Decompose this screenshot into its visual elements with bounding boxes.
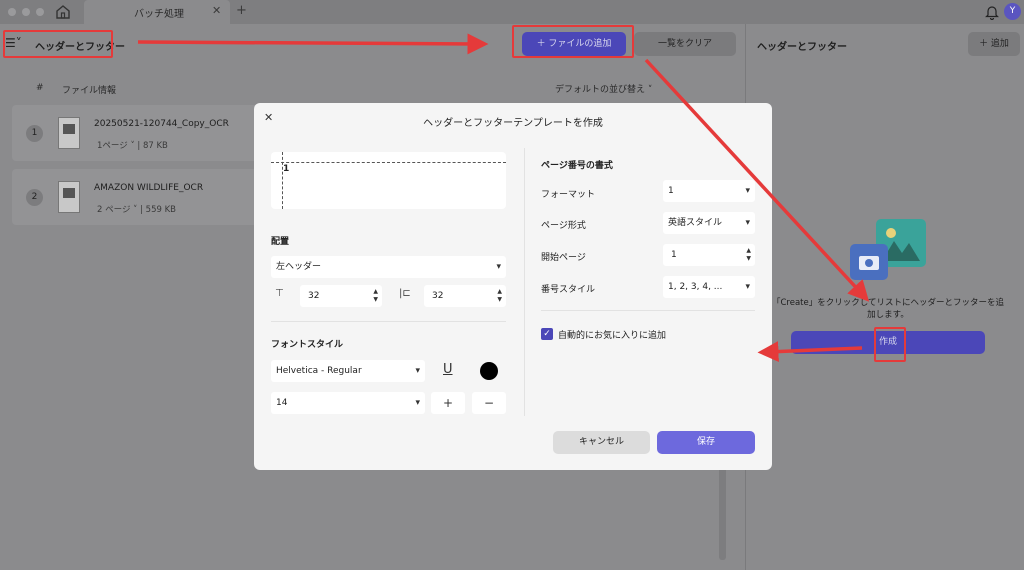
number-style-select[interactable]: 1, 2, 3, 4, ... — [663, 276, 755, 298]
decrease-size-button[interactable]: − — [472, 392, 506, 414]
divider — [541, 310, 755, 311]
dialog-title: ヘッダーとフッターテンプレートを作成 — [423, 118, 603, 129]
row-number: 2 — [26, 189, 43, 206]
tab-close-icon[interactable]: ✕ — [212, 4, 221, 17]
start-page-label: 開始ページ — [541, 253, 586, 263]
home-icon[interactable] — [54, 3, 72, 21]
maximize-window-dot[interactable] — [36, 8, 44, 16]
template-preview: 1 — [271, 152, 506, 209]
top-margin-value: 32 — [308, 291, 320, 301]
increase-size-button[interactable]: + — [431, 392, 465, 414]
cancel-button[interactable]: キャンセル — [553, 431, 650, 454]
stepper-arrows-icon[interactable]: ▲ ▼ — [746, 247, 751, 263]
column-file-info-header: ファイル情報 — [62, 86, 117, 96]
bell-icon[interactable] — [985, 4, 999, 20]
file-row[interactable]: 1 20250521-120744_Copy_OCR 1ページ ˅ | 87 K… — [12, 105, 262, 161]
camera-illustration-icon — [850, 244, 888, 280]
sort-dropdown[interactable]: デフォルトの並び替え ˅ — [555, 82, 652, 95]
side-margin-input[interactable]: 32 ▲ ▼ — [424, 285, 506, 307]
stepper-arrows-icon[interactable]: ▲ ▼ — [497, 288, 502, 304]
close-window-dot[interactable] — [8, 8, 16, 16]
annotation-box-create — [874, 327, 906, 362]
font-family-select[interactable]: Helvetica - Regular — [271, 360, 425, 382]
page-type-select[interactable]: 英語スタイル — [663, 212, 755, 234]
add-template-button[interactable]: ＋ 追加 — [968, 32, 1020, 56]
avatar[interactable]: Y — [1004, 3, 1021, 20]
annotation-box-title — [3, 30, 113, 58]
file-thumbnail — [58, 181, 80, 213]
format-label: フォーマット — [541, 190, 596, 200]
font-size-select[interactable]: 14 — [271, 392, 425, 414]
save-button[interactable]: 保存 — [657, 431, 755, 454]
tab-batch[interactable]: バッチ処理 ✕ — [84, 0, 230, 24]
file-thumbnail — [58, 117, 80, 149]
preview-page-number: 1 — [283, 164, 290, 174]
divider — [524, 148, 525, 416]
column-number-header: # — [36, 83, 44, 93]
tab-label: バッチ処理 — [134, 9, 184, 20]
empty-state-text: 「Create」をクリックしてリストにヘッダーとフッターを追加します。 — [772, 298, 1004, 320]
file-row[interactable]: 2 AMAZON WILDLIFE_OCR 2 ページ ˅ | 559 KB — [12, 169, 262, 225]
placement-heading: 配置 — [271, 237, 290, 247]
templates-title: ヘッダーとフッター — [757, 42, 847, 53]
file-meta[interactable]: 2 ページ ˅ | 559 KB — [97, 203, 176, 215]
row-number: 1 — [26, 125, 43, 142]
file-name: AMAZON WILDLIFE_OCR — [94, 183, 204, 193]
format-select[interactable]: 1 — [663, 180, 755, 202]
side-margin-icon: |⊏ — [399, 288, 411, 299]
templates-pane: ヘッダーとフッター ＋ 追加 「Create」をクリックしてリストにヘッダーとフ… — [745, 24, 1024, 570]
start-page-value: 1 — [671, 250, 677, 260]
auto-favorite-checkbox[interactable]: ✓ — [541, 328, 553, 340]
top-margin-icon: ⊤ — [275, 288, 284, 299]
underline-icon[interactable]: U — [443, 362, 453, 377]
minimize-window-dot[interactable] — [22, 8, 30, 16]
start-page-input[interactable]: 1 ▲ ▼ — [663, 244, 755, 266]
new-tab-button[interactable]: + — [236, 3, 247, 18]
file-name: 20250521-120744_Copy_OCR — [94, 119, 229, 129]
annotation-box-add-file — [512, 25, 634, 58]
position-select[interactable]: 左ヘッダー — [271, 256, 506, 278]
page-number-format-heading: ページ番号の書式 — [541, 161, 613, 171]
divider — [271, 321, 506, 322]
create-template-dialog: ✕ ヘッダーとフッターテンプレートを作成 1 配置 左ヘッダー ⊤ 32 ▲▼ … — [254, 103, 772, 470]
clear-list-button[interactable]: 一覧をクリア — [634, 32, 736, 56]
top-margin-input[interactable]: 32 ▲ ▼ — [300, 285, 382, 307]
font-color-swatch[interactable] — [480, 362, 498, 380]
font-style-heading: フォントスタイル — [271, 340, 344, 350]
stepper-arrows-icon[interactable]: ▲ ▼ — [373, 288, 378, 304]
page-type-label: ページ形式 — [541, 221, 586, 231]
title-bar: バッチ処理 ✕ + Y — [0, 0, 1024, 24]
auto-favorite-label: 自動的にお気に入りに追加 — [558, 331, 667, 341]
number-style-label: 番号スタイル — [541, 285, 596, 295]
side-margin-value: 32 — [432, 291, 444, 301]
file-meta[interactable]: 1ページ ˅ | 87 KB — [97, 139, 168, 151]
